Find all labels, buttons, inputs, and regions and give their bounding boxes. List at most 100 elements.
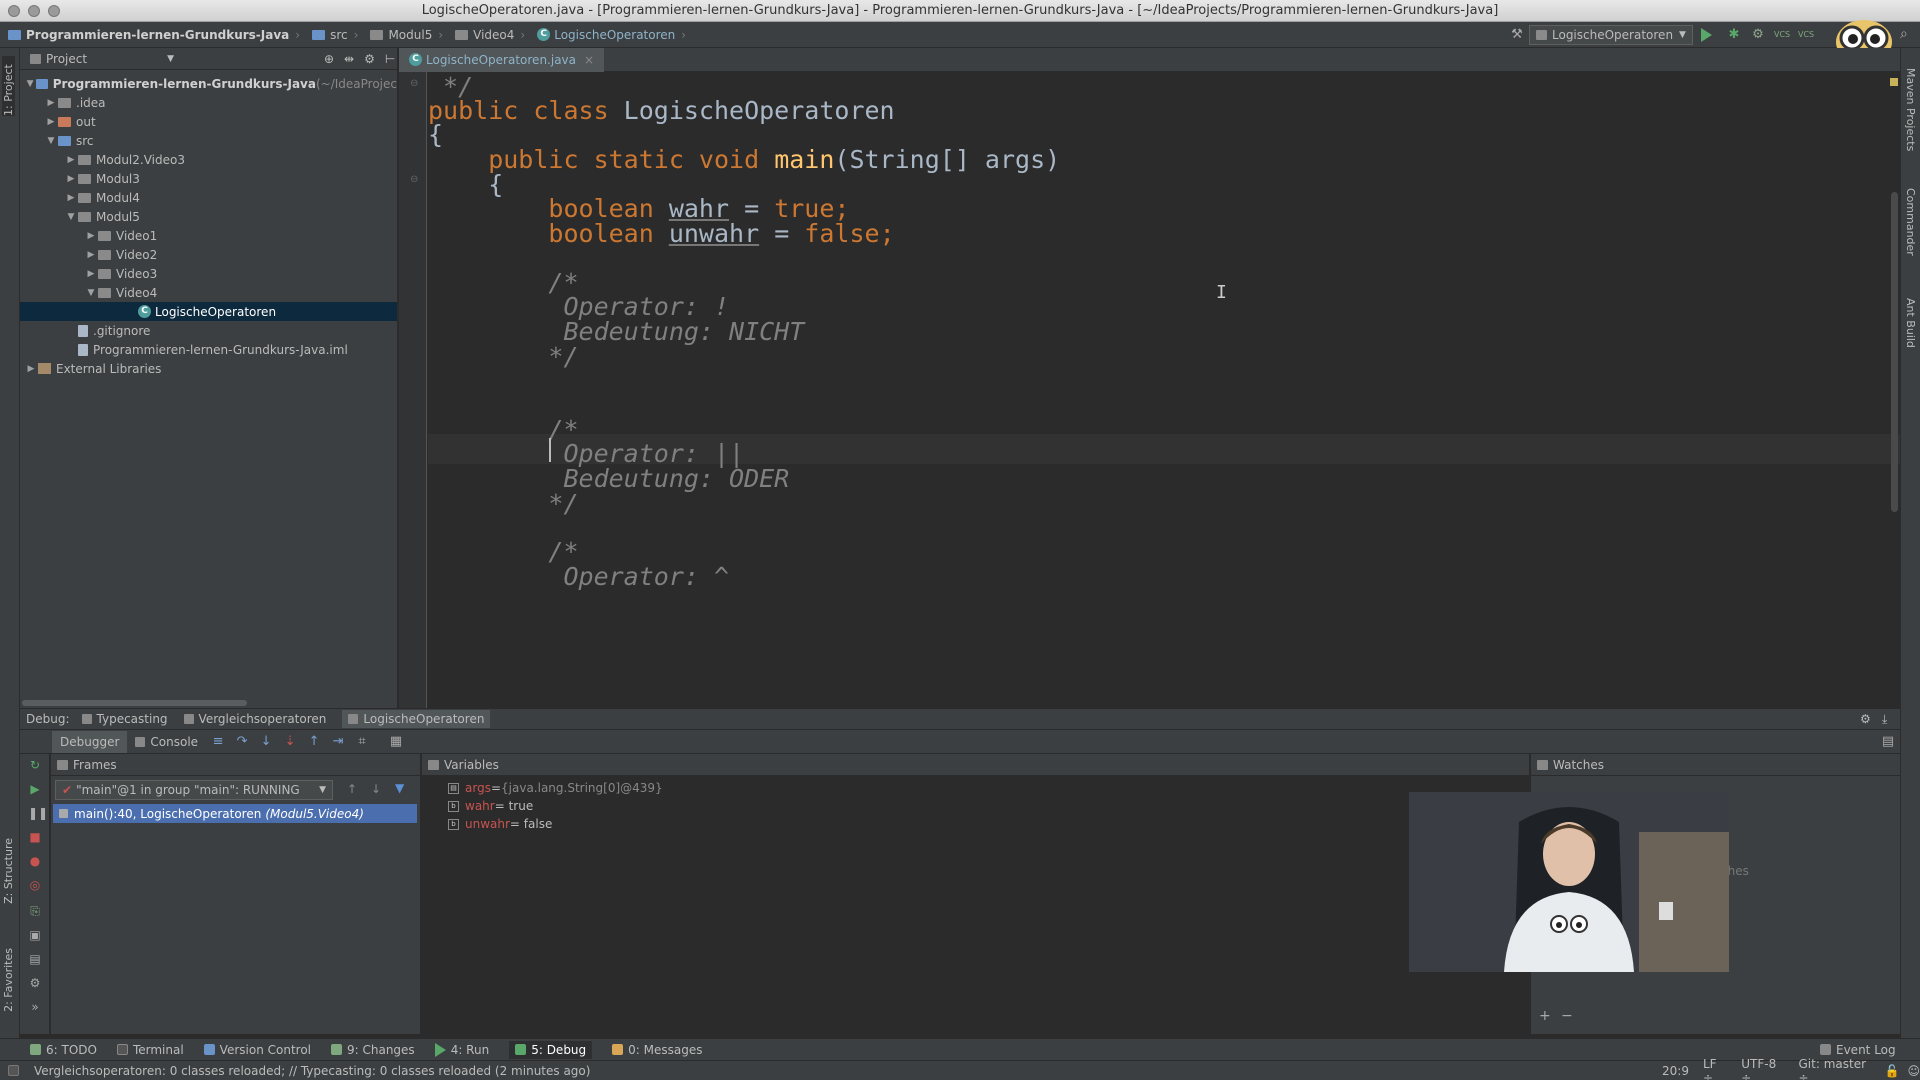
build-icon[interactable]: ⚒	[1509, 27, 1525, 43]
filter-icon[interactable]: ▼	[395, 781, 404, 795]
debugger-tab[interactable]: Debugger	[52, 730, 128, 753]
debug-tool-button[interactable]: 5: Debug	[509, 1040, 593, 1059]
messages-tool-button[interactable]: 0: Messages	[612, 1043, 703, 1057]
code-editor[interactable]: */public class LogischeOperatoren{ publi…	[428, 72, 1900, 708]
gear-icon[interactable]: ⚙	[1860, 712, 1871, 726]
ant-build-tool-button[interactable]: Ant Build	[1904, 298, 1917, 348]
run-icon[interactable]	[1700, 28, 1712, 42]
settings-icon[interactable]: ⚙	[28, 976, 42, 990]
variable-row[interactable]: ▤ args = {java.lang.String[0]@439}	[448, 779, 663, 797]
collapsed-arrow-icon[interactable]: ▶	[84, 250, 98, 260]
sync-icon[interactable]: ⊕	[324, 52, 334, 66]
terminal-tool-button[interactable]: Terminal	[116, 1043, 184, 1057]
layout-icon[interactable]: ▤	[28, 952, 42, 966]
stack-frame-row[interactable]: main():40, LogischeOperatoren (Modul5.Vi…	[53, 804, 417, 823]
expanded-arrow-icon[interactable]: ▼	[24, 79, 36, 89]
todo-tool-button[interactable]: 6: TODO	[30, 1043, 97, 1057]
tree-item[interactable]: ▼ Video4	[20, 283, 397, 302]
resume-icon[interactable]: ▶	[28, 782, 42, 796]
toggle-tool-windows-icon[interactable]	[8, 1065, 19, 1076]
line-separator-select[interactable]: LF ÷	[1703, 1057, 1727, 1080]
collapsed-arrow-icon[interactable]: ▶	[64, 193, 78, 203]
tree-item[interactable]: .gitignore	[20, 321, 397, 340]
tree-item[interactable]: ▶ Modul3	[20, 169, 397, 188]
breadcrumb-video4[interactable]: Video4 ›	[455, 28, 531, 42]
step-over-icon[interactable]: ↷	[234, 734, 250, 750]
editor-gutter[interactable]: ⊖ ⊖	[399, 72, 427, 708]
collapse-icon[interactable]: ⇹	[344, 52, 354, 66]
analysis-status-icon[interactable]	[1890, 78, 1898, 86]
mute-breakpoints-icon[interactable]: ◎	[28, 878, 42, 892]
tree-item[interactable]: ▶ External Libraries	[20, 359, 397, 378]
tree-item[interactable]: ▶ Modul2.Video3	[20, 150, 397, 169]
remove-watch-icon[interactable]: −	[1561, 1008, 1573, 1024]
event-log-tool-button[interactable]: Event Log	[1820, 1043, 1896, 1057]
expanded-arrow-icon[interactable]: ▼	[44, 136, 58, 146]
vcs-commit-icon[interactable]: VCS	[1798, 27, 1814, 43]
gear-icon[interactable]: ⚙	[364, 52, 375, 66]
camera-icon[interactable]: ▣	[28, 928, 42, 942]
console-tab[interactable]: Console	[127, 731, 206, 753]
fold-icon[interactable]: ⊖	[410, 78, 418, 89]
collapsed-arrow-icon[interactable]: ▶	[64, 155, 78, 165]
frame-down-icon[interactable]: ↓	[371, 782, 381, 796]
caret-position[interactable]: 20:9	[1662, 1064, 1689, 1078]
collapsed-arrow-icon[interactable]: ▶	[84, 231, 98, 241]
project-tool-button[interactable]: 1: Project	[2, 56, 15, 116]
vcs-update-icon[interactable]: VCS	[1774, 27, 1790, 43]
coverage-icon[interactable]: ⚙	[1750, 27, 1766, 43]
breadcrumb-project[interactable]: Programmieren-lernen-Grundkurs-Java ›	[8, 28, 306, 42]
expanded-arrow-icon[interactable]: ▼	[64, 212, 78, 222]
breadcrumb-class[interactable]: C LogischeOperatoren ›	[537, 28, 692, 42]
get-thread-dump-icon[interactable]: ⎘	[28, 904, 42, 918]
variable-row[interactable]: b unwahr = false	[448, 815, 552, 833]
run-config-select[interactable]: LogischeOperatoren ▼	[1529, 25, 1693, 45]
tree-item[interactable]: ▶ Video3	[20, 264, 397, 283]
show-execution-point-icon[interactable]: ≡	[210, 734, 226, 750]
favorites-tool-button[interactable]: 2: Favorites	[2, 948, 15, 1012]
collapsed-arrow-icon[interactable]: ▶	[64, 174, 78, 184]
tree-item[interactable]: ▶ Modul4	[20, 188, 397, 207]
breadcrumb-src[interactable]: src ›	[312, 28, 364, 42]
maven-tool-button[interactable]: Maven Projects	[1904, 68, 1917, 151]
version-control-tool-button[interactable]: Version Control	[203, 1043, 311, 1057]
tree-item[interactable]: ▼ src	[20, 131, 397, 150]
fold-icon[interactable]: ⊖	[410, 174, 418, 185]
project-view-select[interactable]: Project	[46, 52, 87, 66]
restore-layout-icon[interactable]: ▤	[1880, 734, 1896, 750]
evaluate-icon[interactable]: ⌗	[354, 734, 370, 750]
editor-tab-logischeoperatoren[interactable]: C LogischeOperatoren.java ×	[399, 47, 605, 72]
step-into-icon[interactable]: ↓	[258, 734, 274, 750]
more-icon[interactable]: »	[28, 1000, 42, 1014]
tree-item[interactable]: ▶ Video1	[20, 226, 397, 245]
variable-row[interactable]: b wahr = true	[448, 797, 533, 815]
tree-item[interactable]: ▼ Programmieren-lernen-Grundkurs-Java (~/…	[20, 74, 397, 93]
force-step-into-icon[interactable]: ⇣	[282, 734, 298, 750]
expanded-arrow-icon[interactable]: ▼	[84, 288, 98, 298]
tree-item[interactable]: ▶ .idea	[20, 93, 397, 112]
rerun-icon[interactable]: ↻	[28, 758, 42, 772]
add-watch-icon[interactable]: +	[1539, 1008, 1551, 1024]
collapsed-arrow-icon[interactable]: ▶	[24, 364, 38, 374]
tree-item[interactable]: ▶ out	[20, 112, 397, 131]
collapsed-arrow-icon[interactable]: ▶	[44, 98, 58, 108]
collapsed-arrow-icon[interactable]: ▶	[44, 117, 58, 127]
commander-tool-button[interactable]: Commander	[1904, 188, 1917, 256]
hide-icon[interactable]: ⊢	[385, 52, 395, 66]
pause-icon[interactable]: ❚❚	[28, 806, 48, 820]
chevron-down-icon[interactable]: ▼	[167, 54, 174, 64]
view-breakpoints-icon[interactable]: ●	[28, 854, 42, 868]
changes-tool-button[interactable]: 9: Changes	[331, 1043, 415, 1057]
debug-tab-logischeoperatoren[interactable]: LogischeOperatoren	[342, 710, 491, 728]
hide-panel-icon[interactable]: ⤓	[1882, 712, 1887, 727]
collapsed-arrow-icon[interactable]: ▶	[84, 269, 98, 279]
lock-icon[interactable]: 🔓	[1885, 1064, 1900, 1078]
table-icon[interactable]: ▦	[388, 734, 404, 750]
search-icon[interactable]: ⌕	[1900, 26, 1908, 42]
debug-tab-typecasting[interactable]: Typecasting	[81, 712, 168, 726]
stop-icon[interactable]: ■	[28, 830, 42, 844]
close-icon[interactable]: ×	[584, 53, 594, 67]
structure-tool-button[interactable]: Z: Structure	[2, 838, 15, 904]
run-to-cursor-icon[interactable]: ⇥	[330, 734, 346, 750]
git-branch-select[interactable]: Git: master ÷	[1799, 1057, 1871, 1080]
